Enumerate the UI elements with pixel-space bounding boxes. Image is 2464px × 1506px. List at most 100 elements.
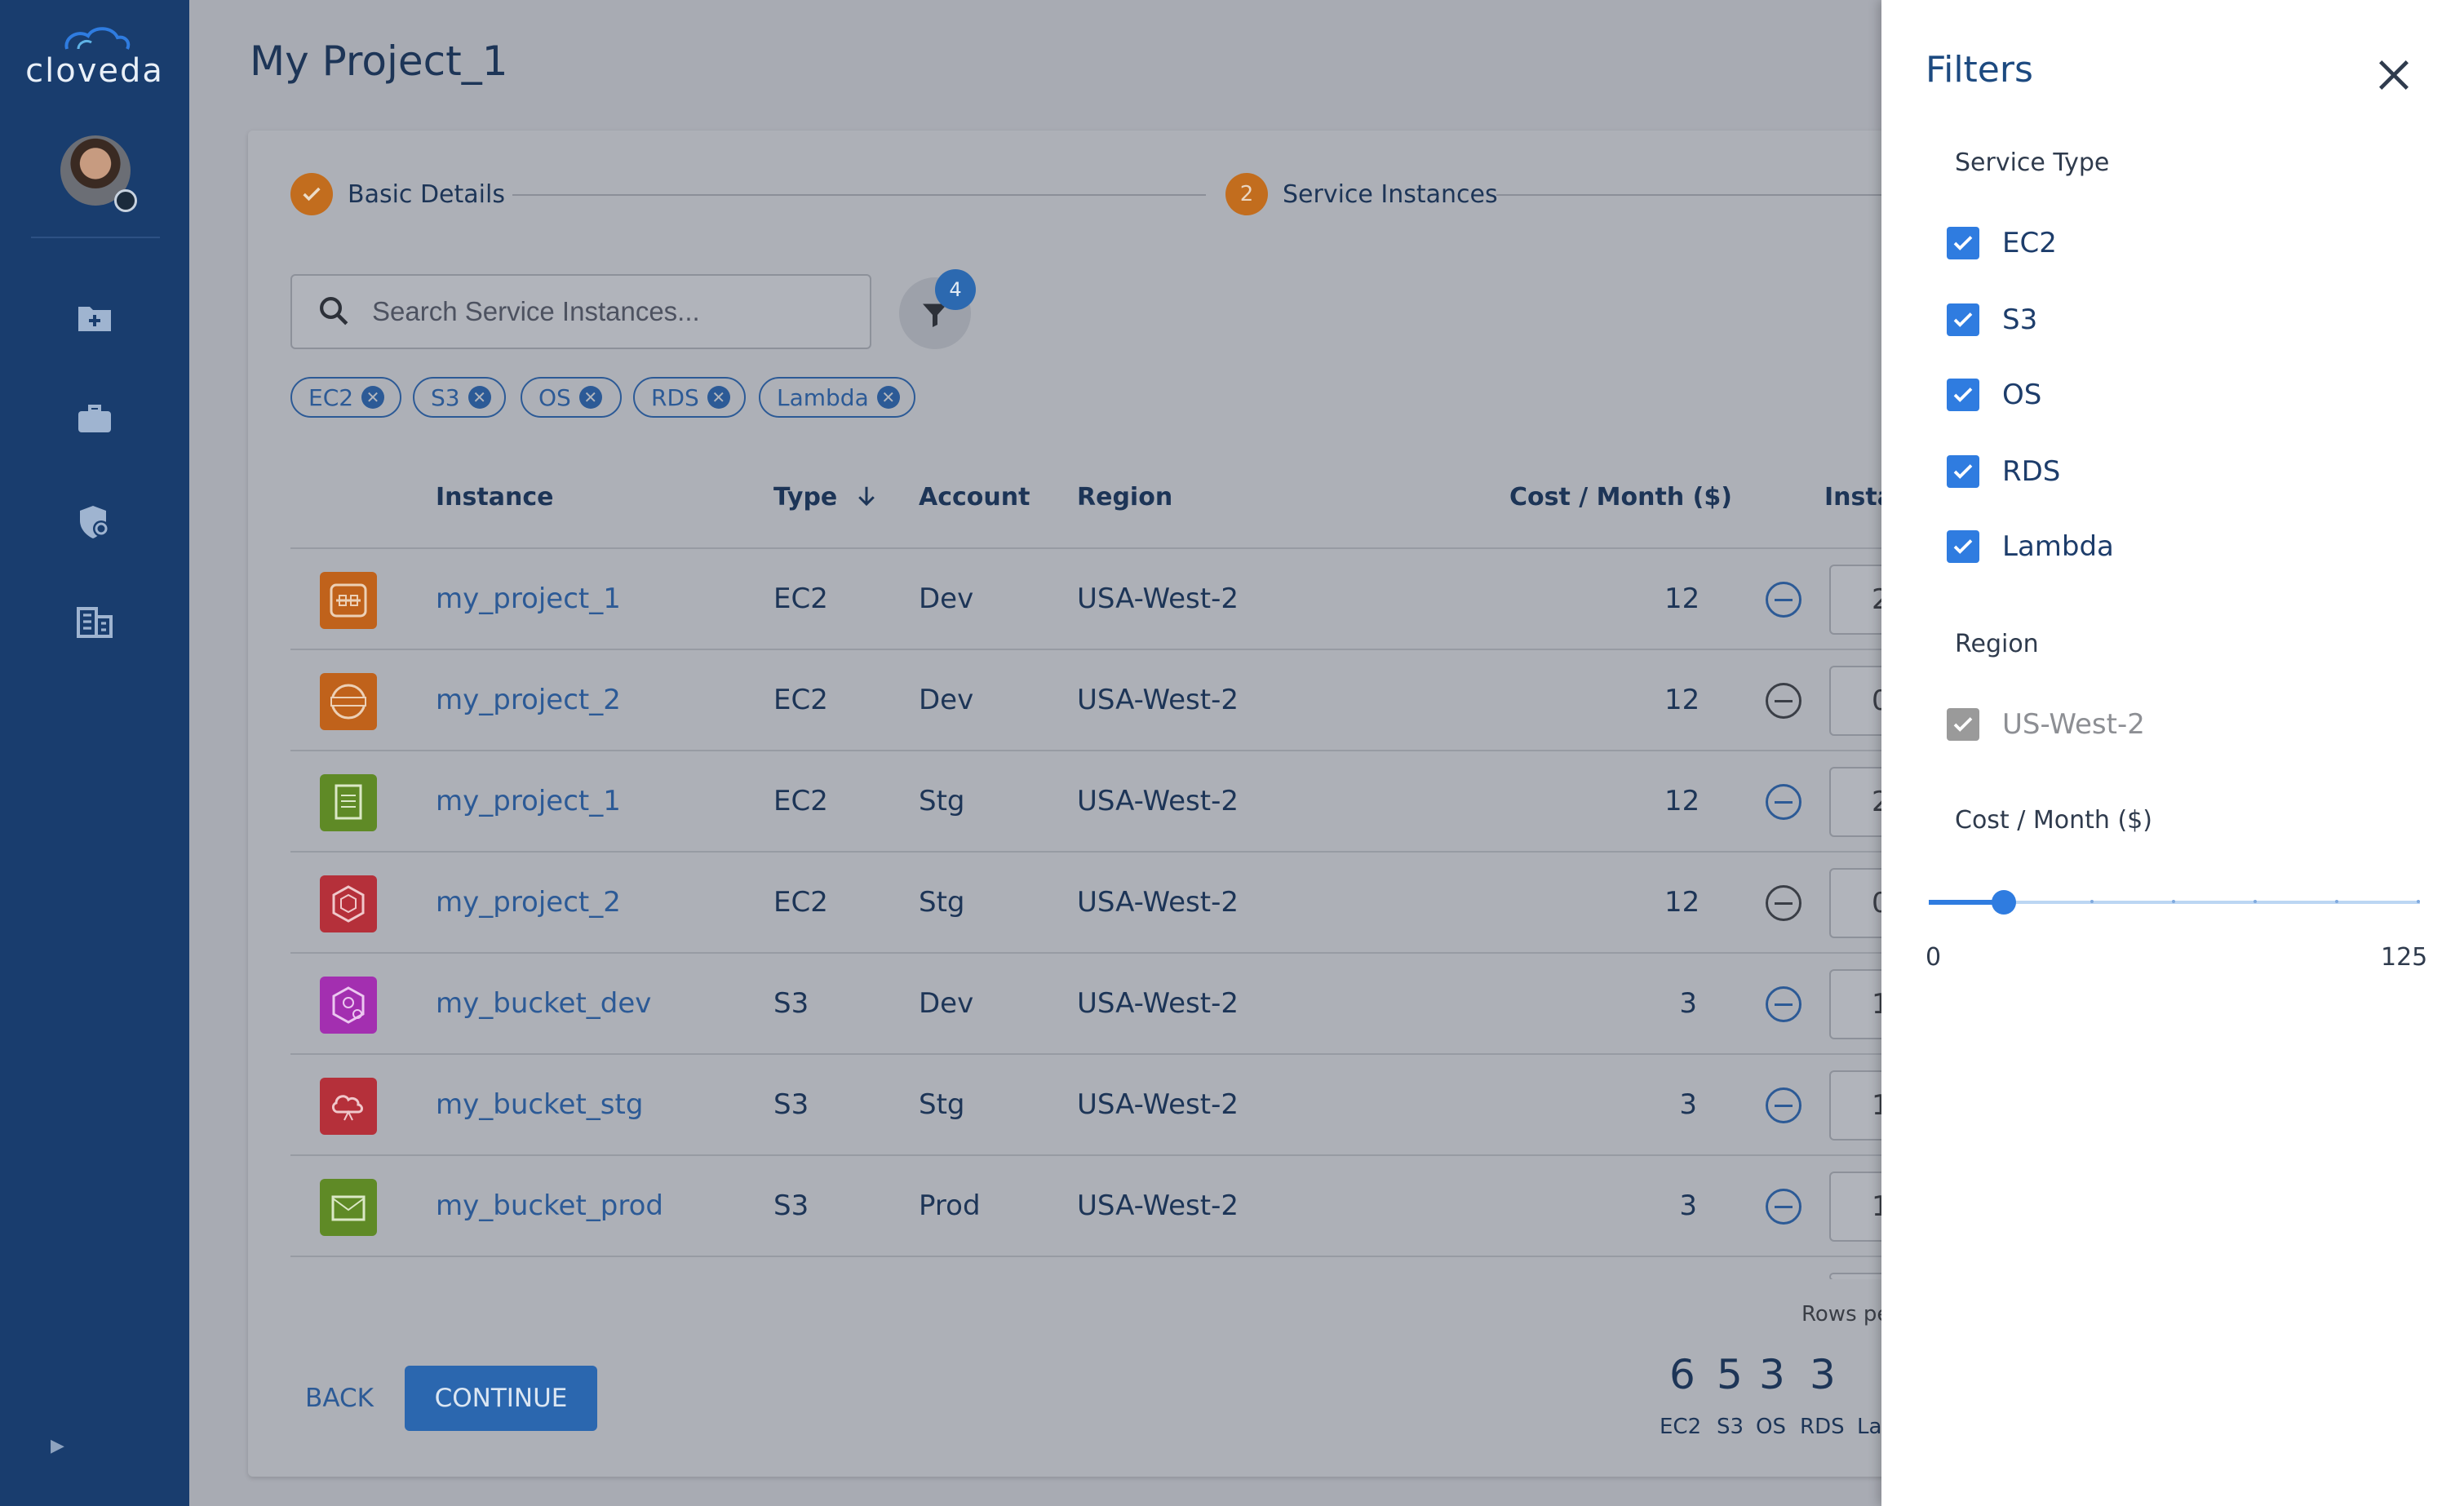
table-divider xyxy=(290,547,1881,549)
column-header-type[interactable]: Type xyxy=(773,483,879,512)
checkbox-label[interactable]: Lambda xyxy=(2002,530,2114,563)
region-cell: USA-West-2 xyxy=(1077,582,1239,615)
status-indicator xyxy=(114,189,137,212)
column-header-account[interactable]: Account xyxy=(919,483,1030,512)
summary-label-os: OS xyxy=(1756,1415,1786,1439)
instance-link[interactable]: my_bucket_stg xyxy=(436,1088,643,1121)
back-button[interactable]: BACK xyxy=(290,1366,388,1431)
instance-link[interactable]: my_project_2 xyxy=(436,886,621,919)
chip-remove-icon[interactable]: ✕ xyxy=(876,386,900,409)
decrement-button[interactable] xyxy=(1766,986,1801,1022)
slider-tick xyxy=(2172,900,2175,903)
cost-cell: 12 xyxy=(1664,582,1700,615)
chip-remove-icon[interactable]: ✕ xyxy=(468,386,491,409)
filter-chip-s3[interactable]: S3 ✕ xyxy=(413,377,506,418)
step-service-instances[interactable]: 2 Service Instances xyxy=(1225,173,1498,215)
decrement-button[interactable] xyxy=(1766,1189,1801,1225)
filter-chip-os[interactable]: OS ✕ xyxy=(521,377,622,418)
chip-remove-icon[interactable]: ✕ xyxy=(578,386,602,409)
type-cell: S3 xyxy=(773,987,809,1020)
chip-remove-icon[interactable]: ✕ xyxy=(707,386,730,409)
checkbox-os[interactable] xyxy=(1947,379,1979,411)
type-cell: EC2 xyxy=(773,886,828,919)
checkbox-label[interactable]: S3 xyxy=(2002,303,2037,336)
summary-count-ec2: 6 xyxy=(1669,1351,1695,1398)
type-cell: EC2 xyxy=(773,582,828,615)
type-cell: S3 xyxy=(773,1189,809,1222)
search-box xyxy=(290,274,871,349)
search-input[interactable] xyxy=(370,290,855,333)
type-cell: EC2 xyxy=(773,785,828,817)
slider-max-label: 125 xyxy=(2381,943,2428,972)
instance-link[interactable]: my_bucket_dev xyxy=(436,987,651,1020)
account-cell: Dev xyxy=(919,987,974,1020)
instance-link[interactable]: my_project_1 xyxy=(436,582,621,615)
column-header-instance[interactable]: Instance xyxy=(436,483,553,512)
folder-add-icon[interactable] xyxy=(75,299,114,338)
decrement-button[interactable] xyxy=(1766,1087,1801,1123)
account-cell: Prod xyxy=(919,1189,981,1222)
checkbox-s3[interactable] xyxy=(1947,303,1979,336)
checkbox-us-west-2 xyxy=(1947,708,1979,741)
logo-text: cloveda xyxy=(25,52,164,90)
briefcase-icon[interactable] xyxy=(75,400,114,439)
chip-remove-icon[interactable]: ✕ xyxy=(361,386,385,409)
sidebar-expand-icon[interactable]: ▶ xyxy=(51,1436,64,1456)
cost-slider-thumb[interactable] xyxy=(1992,890,2016,915)
instance-link[interactable]: my_project_1 xyxy=(436,785,621,817)
region-cell: USA-West-2 xyxy=(1077,785,1239,817)
table-divider xyxy=(290,1154,1881,1156)
column-header-cost[interactable]: Cost / Month ($) xyxy=(1509,483,1732,512)
filter-chip-ec2[interactable]: EC2 ✕ xyxy=(290,377,401,418)
sort-arrow-down-icon xyxy=(858,486,875,507)
checkbox-label[interactable]: EC2 xyxy=(2002,227,2057,259)
decrement-button[interactable] xyxy=(1766,784,1801,820)
checkbox-rds[interactable] xyxy=(1947,455,1979,488)
continue-button[interactable]: CONTINUE xyxy=(405,1366,597,1431)
checkbox-ec2[interactable] xyxy=(1947,227,1979,259)
summary-count-rds: 3 xyxy=(1810,1351,1836,1398)
table-divider xyxy=(290,649,1881,650)
ec2-instance-icon xyxy=(320,572,377,629)
chip-label: RDS xyxy=(651,383,699,411)
checkbox-label[interactable]: RDS xyxy=(2002,455,2060,488)
region-cell: USA-West-2 xyxy=(1077,684,1239,716)
s3-bucket-icon xyxy=(320,1179,377,1236)
service-instance-icon xyxy=(320,774,377,831)
table-divider xyxy=(290,1256,1881,1257)
building-icon[interactable] xyxy=(75,602,114,641)
step-connector xyxy=(1496,194,1881,196)
filter-chip-rds[interactable]: RDS ✕ xyxy=(633,377,746,418)
s3-bucket-icon xyxy=(320,1078,377,1135)
step-label: Basic Details xyxy=(348,179,505,209)
security-shield-icon[interactable] xyxy=(75,503,114,542)
check-icon xyxy=(290,173,333,215)
instance-link[interactable]: my_project_2 xyxy=(436,684,621,716)
decrement-button[interactable] xyxy=(1766,582,1801,618)
check-icon xyxy=(1953,464,1973,479)
cost-label: Cost / Month ($) xyxy=(1955,806,2152,835)
checkbox-lambda[interactable] xyxy=(1947,530,1979,563)
step-basic-details[interactable]: Basic Details xyxy=(290,173,505,215)
decrement-button[interactable] xyxy=(1766,885,1801,921)
table-divider xyxy=(290,750,1881,751)
app-logo[interactable]: cloveda xyxy=(0,24,189,90)
service-instance-icon xyxy=(320,875,377,932)
type-cell: EC2 xyxy=(773,684,828,716)
region-cell: USA-West-2 xyxy=(1077,987,1239,1020)
rows-per-page-label: Rows pe xyxy=(1801,1302,1890,1327)
check-icon xyxy=(1953,388,1973,402)
checkbox-label[interactable]: OS xyxy=(2002,379,2041,411)
column-header-region[interactable]: Region xyxy=(1077,483,1172,512)
region-cell: USA-West-2 xyxy=(1077,1189,1239,1222)
instance-link[interactable]: my_bucket_prod xyxy=(436,1189,663,1222)
summary-label-ec2: EC2 xyxy=(1660,1415,1702,1439)
decrement-button[interactable] xyxy=(1766,683,1801,719)
cost-cell: 12 xyxy=(1664,886,1700,919)
chip-label: EC2 xyxy=(308,383,354,411)
sidebar-divider xyxy=(31,237,160,238)
s3-bucket-icon xyxy=(320,977,377,1034)
filter-chip-lambda[interactable]: Lambda ✕ xyxy=(759,377,915,418)
search-icon xyxy=(320,297,348,326)
close-icon[interactable] xyxy=(2371,52,2417,98)
